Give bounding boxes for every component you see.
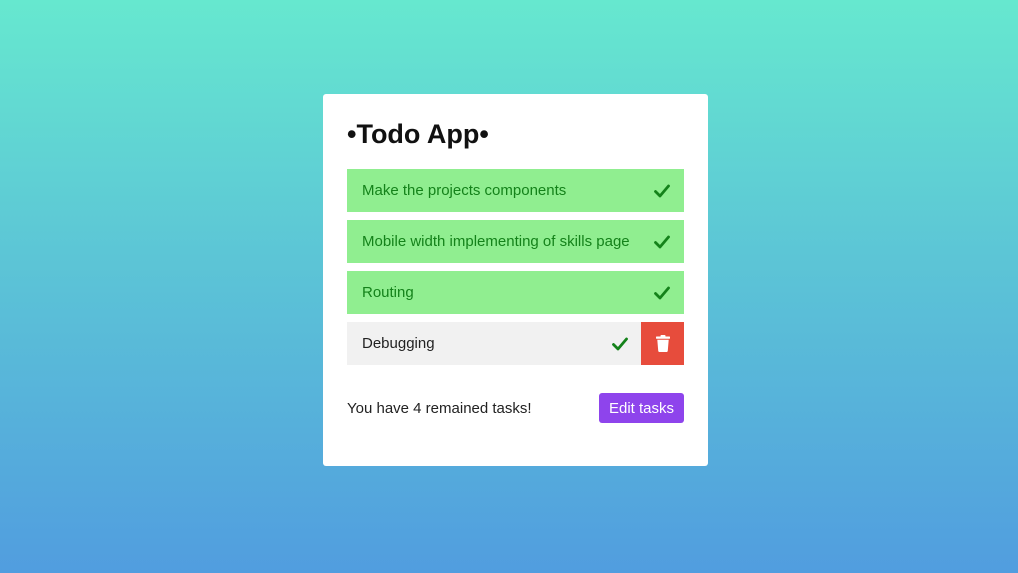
task-label: Routing bbox=[362, 284, 414, 301]
task-label: Make the projects components bbox=[362, 182, 567, 199]
task-item[interactable]: Debugging bbox=[347, 322, 684, 365]
app-title: •Todo App• bbox=[347, 119, 489, 149]
task-label: Mobile width implementing of skills page bbox=[362, 233, 630, 250]
task-label: Debugging bbox=[362, 335, 435, 352]
task-list: Make the projects components Mobile widt… bbox=[347, 169, 684, 365]
todo-card: •Todo App• Make the projects components … bbox=[323, 94, 708, 466]
task-item[interactable]: Routing bbox=[347, 271, 684, 314]
check-icon[interactable] bbox=[612, 336, 628, 352]
edit-tasks-button[interactable]: Edit tasks bbox=[598, 393, 684, 423]
check-icon[interactable] bbox=[654, 234, 670, 250]
check-icon[interactable] bbox=[654, 183, 670, 199]
task-item[interactable]: Make the projects components bbox=[347, 169, 684, 212]
task-item[interactable]: Mobile width implementing of skills page bbox=[347, 220, 684, 263]
check-icon[interactable] bbox=[654, 285, 670, 301]
delete-task-button[interactable] bbox=[641, 322, 684, 365]
remaining-tasks-text: You have 4 remained tasks! bbox=[347, 399, 532, 417]
trash-icon bbox=[655, 335, 670, 352]
task-footer: You have 4 remained tasks! Edit tasks bbox=[347, 393, 684, 423]
